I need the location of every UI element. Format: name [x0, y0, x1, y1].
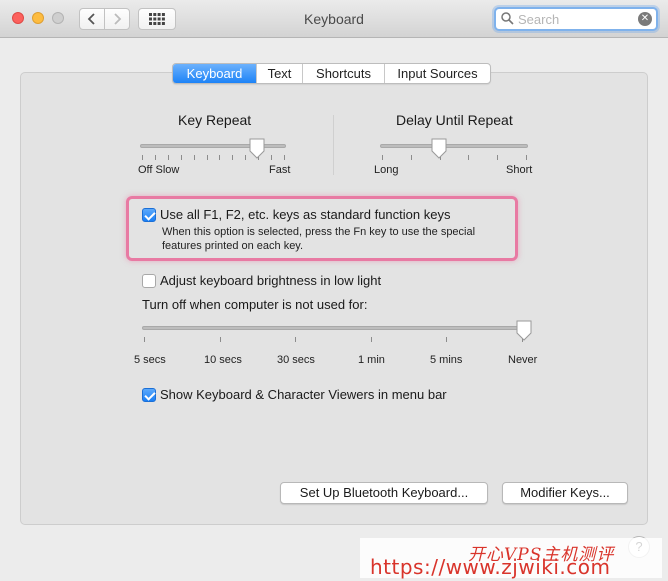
slider-tick — [446, 337, 448, 342]
search-icon — [501, 12, 514, 25]
turn-off-slider-thumb[interactable] — [515, 320, 533, 342]
turn-off-track[interactable] — [142, 326, 524, 330]
delay-until-repeat-track[interactable] — [380, 144, 528, 148]
slider-tick — [154, 155, 156, 160]
turn-off-tick-label: 5 mins — [430, 354, 463, 366]
slider-tick — [271, 155, 273, 160]
slider-tick — [219, 155, 221, 160]
tab-bar: Keyboard Text Shortcuts Input Sources — [172, 63, 491, 84]
key-repeat-min-label: Off Slow — [138, 164, 180, 176]
slider-tick — [245, 155, 247, 160]
slider-tick — [526, 155, 527, 160]
turn-off-tick-label: 30 secs — [277, 354, 315, 366]
slider-tick — [180, 155, 182, 160]
slider-tick — [232, 155, 234, 160]
section-divider — [333, 115, 334, 175]
delay-until-repeat-min-label: Long — [374, 164, 399, 176]
viewers-checkbox[interactable] — [142, 388, 156, 402]
slider-tick — [219, 337, 221, 342]
tab-keyboard[interactable]: Keyboard — [173, 64, 256, 83]
turn-off-tick-label: 1 min — [358, 354, 385, 366]
key-repeat-max-label: Fast — [269, 164, 291, 176]
viewers-label: Show Keyboard & Character Viewers in men… — [160, 387, 447, 402]
slider-tick — [206, 155, 208, 160]
slider-tick — [295, 337, 297, 342]
fn-keys-help-line-1: When this option is selected, press the … — [162, 226, 476, 238]
search-input[interactable] — [518, 11, 630, 28]
fn-keys-label: Use all F1, F2, etc. keys as standard fu… — [160, 207, 451, 222]
tab-shortcuts[interactable]: Shortcuts — [302, 64, 384, 83]
turn-off-label: Turn off when computer is not used for: — [142, 297, 368, 312]
brightness-label: Adjust keyboard brightness in low light — [160, 273, 382, 288]
modifier-keys-button[interactable]: Modifier Keys... — [502, 482, 628, 504]
turn-off-tick-label: Never — [508, 354, 538, 366]
key-repeat-label: Key Repeat — [178, 112, 252, 128]
slider-tick — [382, 155, 383, 160]
tab-input-sources[interactable]: Input Sources — [384, 64, 490, 83]
fn-keys-checkbox[interactable] — [142, 208, 156, 222]
key-repeat-slider-thumb[interactable] — [248, 138, 266, 160]
clear-search-icon[interactable]: ✕ — [638, 12, 652, 26]
turn-off-tick-label: 10 secs — [204, 354, 242, 366]
slider-tick — [410, 155, 412, 160]
slider-tick — [370, 337, 372, 342]
slider-tick — [142, 155, 143, 160]
setup-bluetooth-keyboard-button[interactable]: Set Up Bluetooth Keyboard... — [280, 482, 488, 504]
slider-tick — [144, 337, 145, 342]
slider-tick — [167, 155, 169, 160]
brightness-checkbox[interactable] — [142, 274, 156, 288]
slider-tick — [468, 155, 470, 160]
watermark-url: https://www.zjwiki.com — [370, 555, 611, 579]
delay-until-repeat-label: Delay Until Repeat — [396, 112, 513, 128]
tab-text[interactable]: Text — [256, 64, 302, 83]
turn-off-tick-label: 5 secs — [134, 354, 166, 366]
search-field[interactable]: ✕ — [494, 7, 658, 31]
title-bar: Keyboard ✕ — [0, 0, 668, 38]
delay-until-repeat-slider-thumb[interactable] — [430, 138, 448, 160]
slider-tick — [497, 155, 499, 160]
slider-tick — [284, 155, 285, 160]
delay-until-repeat-max-label: Short — [506, 164, 533, 176]
slider-tick — [193, 155, 195, 160]
fn-keys-help-line-2: features printed on each key. — [162, 240, 304, 252]
